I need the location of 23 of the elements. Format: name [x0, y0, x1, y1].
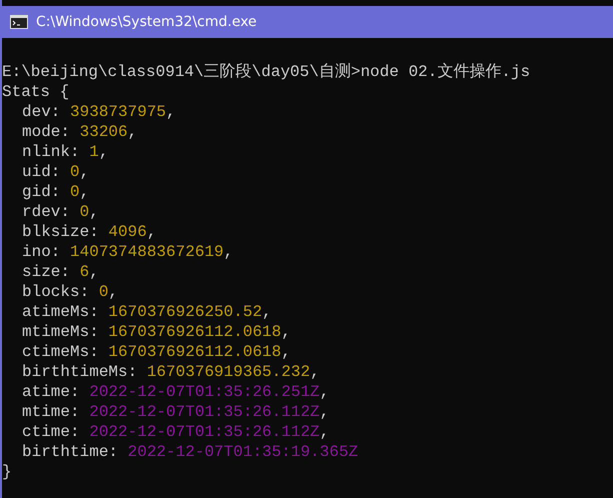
- output-line: ctimeMs: 1670376926112.0618,: [22, 343, 291, 361]
- window-title: C:\Windows\System32\cmd.exe: [36, 14, 257, 30]
- output-line: blocks: 0,: [22, 283, 118, 301]
- output-line: birthtimeMs: 1670376919365.232,: [22, 363, 320, 381]
- output-line: size: 6,: [22, 263, 99, 281]
- output-line: nlink: 1,: [22, 143, 108, 161]
- output-line: dev: 3938737975,: [22, 103, 176, 121]
- output-line: mtimeMs: 1670376926112.0618,: [22, 323, 291, 341]
- output-line: mtime: 2022-12-07T01:35:26.112Z,: [22, 403, 330, 421]
- command-line: E:\beijing\class0914\三阶段\day05\自测>node 02.文件操作.js: [2, 62, 532, 82]
- output-line: uid: 0,: [22, 163, 90, 181]
- output-line: }: [2, 462, 13, 482]
- output-line: mode: 33206,: [22, 123, 138, 141]
- output-line: gid: 0,: [22, 183, 90, 201]
- terminal-icon: [10, 15, 28, 29]
- output-line: Stats {: [2, 82, 70, 102]
- output-line: rdev: 0,: [22, 203, 99, 221]
- output-line: atime: 2022-12-07T01:35:26.251Z,: [22, 383, 330, 401]
- output-line: birthtime: 2022-12-07T01:35:19.365Z: [22, 443, 358, 461]
- output-line: ctime: 2022-12-07T01:35:26.112Z,: [22, 423, 330, 441]
- output-line: atimeMs: 1670376926250.52,: [22, 303, 272, 321]
- output-line: blksize: 4096,: [22, 223, 156, 241]
- output-line: ino: 1407374883672619,: [22, 243, 234, 261]
